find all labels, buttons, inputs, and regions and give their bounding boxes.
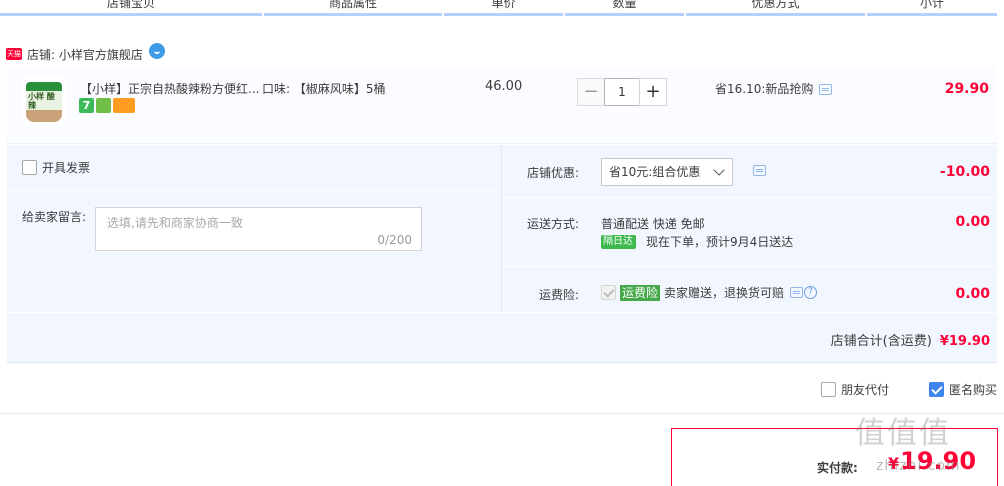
invoice-label: 开具发票 [42,161,91,175]
help-icon[interactable]: ? [804,286,818,299]
shop-discount-selected: 省10元:组合优惠 [609,165,701,179]
wangwang-chat-icon[interactable] [148,43,165,59]
payment-label: 实付款: [817,461,858,475]
col-unit-price: 单价 [491,0,516,10]
shipping-eta: 现在下单，预计9月4日送达 [646,235,794,249]
quantity-stepper: − 1 + [577,78,667,106]
watermark-logo: 值值值 [855,416,951,451]
header-underline [264,13,442,16]
discount-method: 省16.10:新品抢购 [715,80,833,97]
comment-icon[interactable] [790,287,804,298]
next-day-badge: 隔日达 [601,234,636,249]
anonymous-option[interactable]: 匿名购买 [929,381,997,398]
header-underline [0,13,262,16]
product-title-link[interactable]: 【小样】正宗自热酸辣粉方便红... [80,80,260,97]
header-underline [444,13,563,16]
service-icons: 7 [79,98,135,113]
panel-divider [502,197,997,198]
panel-divider [502,266,997,267]
unit-price: 46.00 [485,79,523,94]
anonymous-label: 匿名购买 [949,383,998,397]
insurance-text: 卖家赠送，退换货可赔 [664,286,785,300]
col-attributes: 商品属性 [328,0,377,10]
invoice-checkbox[interactable] [22,160,37,175]
anonymous-checkbox[interactable] [929,382,944,397]
credit-card-icon[interactable] [113,98,135,113]
product-attributes: 口味: 【椒麻风味】5桶 [262,82,386,96]
panel-divider [7,190,501,191]
col-discount: 优惠方式 [751,0,800,10]
message-placeholder: 选填,请先和商家协商一致 [107,216,243,230]
col-shop-item: 店铺宝贝 [106,0,155,10]
header-underline [565,13,684,16]
shop-discount-label: 店铺优惠: [526,166,579,180]
insurance-checkbox [601,285,616,300]
message-label: 给卖家留言: [22,210,87,224]
seven-day-return-icon[interactable]: 7 [79,98,94,113]
decrease-quantity-button[interactable]: − [577,78,605,106]
friend-pay-option[interactable]: 朋友代付 [821,381,889,398]
insurance-amount: 0.00 [955,286,990,302]
tmall-badge: 天猫 [6,48,22,60]
shipping-eta-row: 隔日达 现在下单，预计9月4日送达 [601,233,793,250]
insurance-badge: 运费险 [620,284,661,301]
column-header: 店铺宝贝 商品属性 单价 数量 优惠方式 小计 [0,0,1004,16]
payment-options-row: 朋友代付 匿名购买 [0,374,1004,414]
quantity-input[interactable]: 1 [604,78,640,106]
discount-text: 省16.10:新品抢购 [715,82,814,96]
shop-name-link[interactable]: 店铺: 小样官方旗舰店 [27,46,143,63]
seller-message-textarea[interactable]: 选填,请先和商家协商一致 0/200 [95,207,422,251]
comment-icon[interactable] [753,165,766,176]
friend-pay-checkbox[interactable] [821,382,836,397]
panel-divider [501,145,502,313]
insurance-label: 运费险: [538,288,579,302]
col-subtotal: 小计 [919,0,944,10]
shipping-amount: 0.00 [955,214,990,230]
comment-icon[interactable] [819,84,833,95]
order-options-panel: 开具发票 给卖家留言: 选填,请先和商家协商一致 0/200 店铺优惠: 省10… [7,145,997,363]
col-quantity: 数量 [612,0,637,10]
increase-quantity-button[interactable]: + [639,78,667,106]
product-cup-image: 小样 酸辣 [26,82,62,122]
shop-row: 天猫 店铺: 小样官方旗舰店 [6,43,165,64]
shop-discount-select[interactable]: 省10元:组合优惠 [601,158,733,186]
shop-total: 店铺合计(含运费) ¥19.90 [831,330,990,349]
insurance-row: 运费险 卖家赠送，退换货可赔 ? [601,284,818,301]
shipping-method: 普通配送 快递 免邮 [601,217,705,231]
guarantee-icon[interactable] [96,98,111,113]
header-underline [867,13,997,16]
watermark-url: zhizhi.com [876,458,961,474]
panel-divider [7,312,997,313]
friend-pay-label: 朋友代付 [841,383,890,397]
shop-total-amount: ¥19.90 [939,334,990,349]
shop-total-label: 店铺合计(含运费) [830,334,932,349]
message-char-counter: 0/200 [377,233,412,247]
product-thumbnail[interactable]: 小样 酸辣 [22,78,66,126]
item-subtotal: 29.90 [944,81,989,97]
order-item-row: 小样 酸辣 【小样】正宗自热酸辣粉方便红... 7 口味: 【椒麻风味】5桶 4… [7,66,997,144]
shipping-label: 运送方式: [526,217,579,231]
thumb-label: 小样 酸辣 [28,92,55,110]
shop-discount-amount: -10.00 [939,164,990,180]
invoice-option[interactable]: 开具发票 [22,159,90,176]
header-underline [686,13,865,16]
chevron-down-icon [713,164,725,176]
